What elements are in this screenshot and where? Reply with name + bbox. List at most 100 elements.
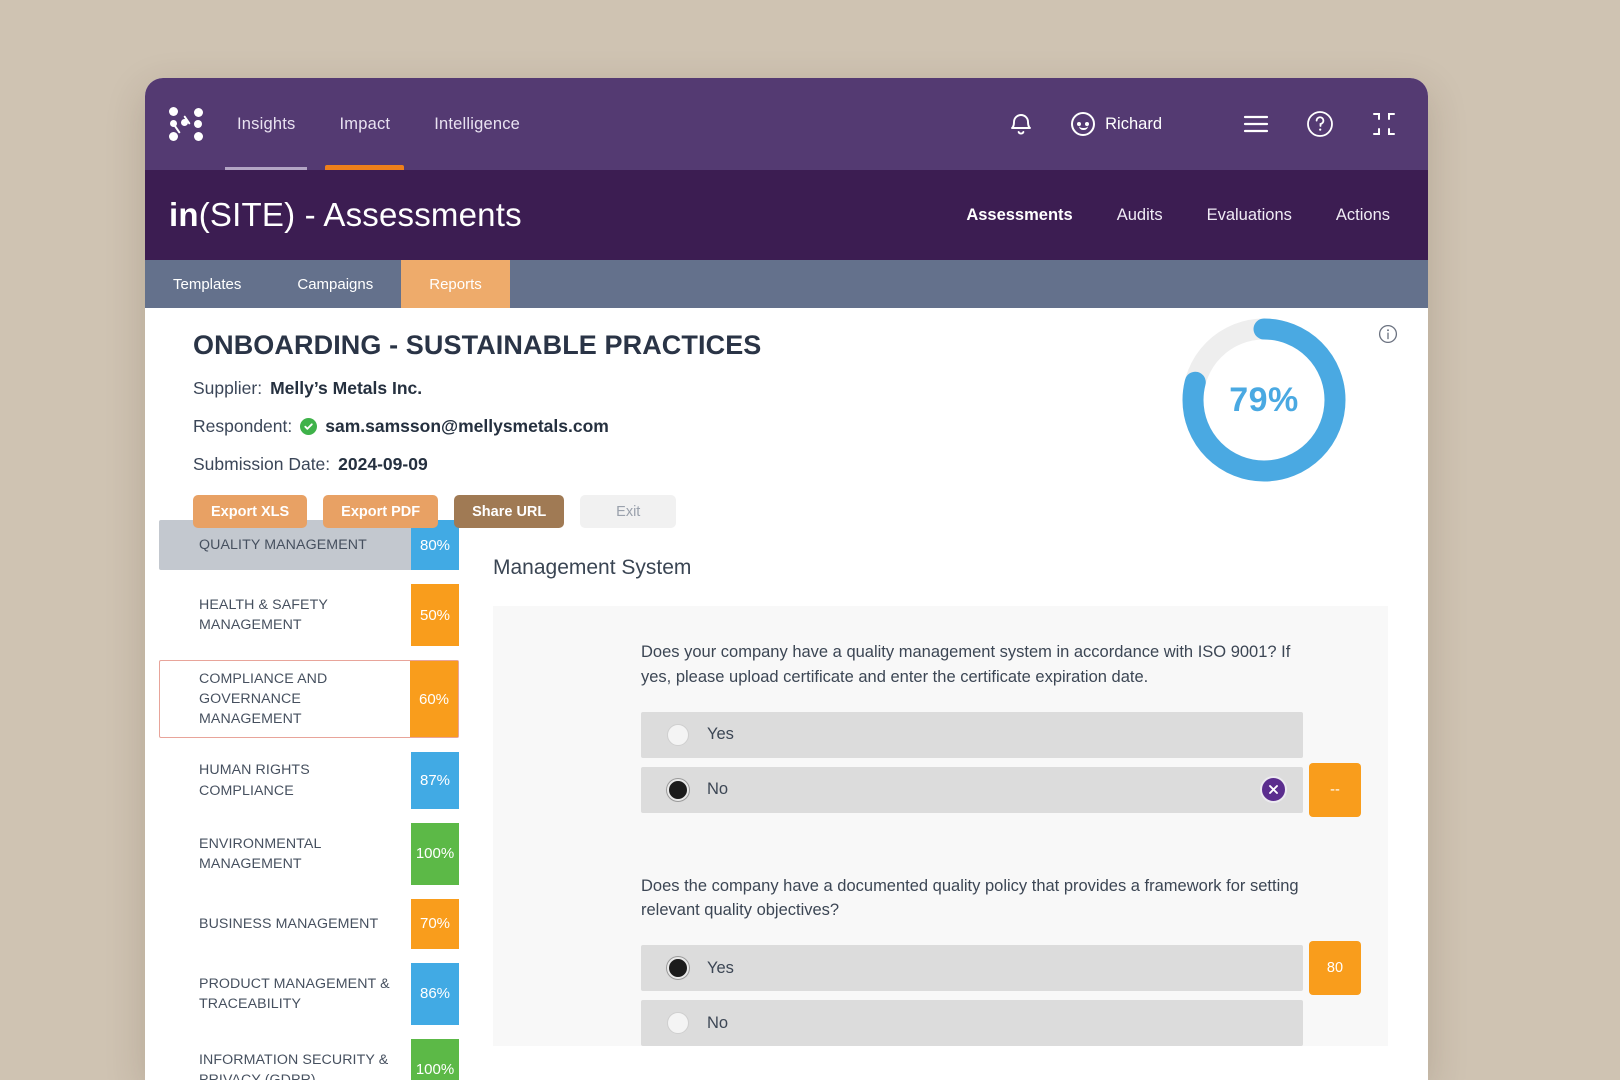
share-url-button[interactable]: Share URL: [454, 495, 565, 528]
answer-options: Yes 80 No: [641, 941, 1361, 1046]
question-text: Does the company have a documented quali…: [641, 876, 1299, 920]
application-window: Insights Impact Intelligence Richard in(…: [145, 78, 1428, 1080]
tab-templates[interactable]: Templates: [145, 260, 269, 308]
answer-label: No: [707, 780, 729, 798]
submission-value: 2024-09-09: [338, 454, 428, 474]
nav-item-insights[interactable]: Insights: [224, 78, 308, 170]
answer-score-badge: 80: [1309, 941, 1361, 995]
help-circle-icon[interactable]: [1298, 102, 1342, 146]
insite-logo-icon[interactable]: [169, 107, 203, 141]
supplier-value: Melly’s Metals Inc.: [270, 378, 423, 398]
app-title-bar: in(SITE) - Assessments Assessments Audit…: [145, 170, 1428, 260]
category-score-badge: 87%: [411, 752, 459, 809]
question-gap: [493, 822, 1388, 874]
category-row[interactable]: COMPLIANCE AND GOVERNANCE MANAGEMENT 60%: [159, 660, 459, 739]
section-title: Management System: [493, 556, 692, 579]
answer-score-badge: --: [1309, 762, 1361, 817]
tab-reports[interactable]: Reports: [401, 260, 510, 308]
category-row[interactable]: HUMAN RIGHTS COMPLIANCE 87%: [159, 752, 459, 809]
category-row[interactable]: ENVIRONMENTAL MANAGEMENT 100%: [159, 822, 459, 885]
category-row[interactable]: BUSINESS MANAGEMENT 70%: [159, 898, 459, 949]
user-menu[interactable]: Richard: [1071, 112, 1162, 136]
category-score-badge: 50%: [411, 584, 459, 646]
question-block: Does the company have a documented quali…: [493, 874, 1388, 1046]
primary-nav-links: Insights Impact Intelligence: [224, 78, 526, 170]
submission-label: Submission Date:: [193, 454, 331, 474]
category-name: ENVIRONMENTAL MANAGEMENT: [199, 835, 321, 872]
answer-label: Yes: [707, 958, 734, 977]
question-card: Does your company have a quality managem…: [493, 606, 1388, 1046]
overall-score-donut: 79%: [1178, 314, 1350, 486]
nav-item-intelligence[interactable]: Intelligence: [428, 78, 526, 170]
hamburger-menu-icon[interactable]: [1234, 102, 1278, 146]
answer-option[interactable]: No: [641, 1000, 1303, 1046]
avatar: [1071, 112, 1096, 136]
category-row[interactable]: PRODUCT MANAGEMENT & TRACEABILITY 86%: [159, 962, 459, 1025]
exit-button[interactable]: Exit: [580, 495, 677, 528]
answer-option[interactable]: Yes 80: [641, 941, 1361, 995]
export-xls-button[interactable]: Export XLS: [193, 495, 308, 528]
x-circle-icon[interactable]: [1260, 776, 1287, 803]
report-body: QUALITY MANAGEMENT 80% HEALTH & SAFETY MAN…: [145, 520, 1428, 1080]
nav-item-impact-label: Impact: [339, 114, 391, 133]
category-separator: [159, 815, 459, 823]
user-name: Richard: [1105, 114, 1162, 133]
answer-label: Yes: [707, 725, 734, 743]
category-name: INFORMATION SECURITY & PRIVACY (GDPR): [199, 1051, 389, 1080]
module-nav: Assessments Audits Evaluations Actions: [966, 206, 1390, 225]
module-tab-assessments[interactable]: Assessments: [966, 206, 1072, 225]
category-separator: [159, 576, 459, 584]
radio-selected-icon[interactable]: [667, 957, 689, 979]
overall-score-value: 79%: [1229, 380, 1299, 419]
category-row[interactable]: HEALTH & SAFETY MANAGEMENT 50%: [159, 584, 459, 646]
category-separator: [159, 955, 459, 963]
category-separator: [159, 1031, 459, 1039]
report-header: ONBOARDING - SUSTAINABLE PRACTICES Suppl…: [145, 308, 1428, 528]
radio-unselected-icon[interactable]: [667, 1012, 689, 1034]
radio-selected-icon[interactable]: [667, 778, 689, 801]
notification-bell-icon[interactable]: [999, 102, 1043, 146]
tab-campaigns[interactable]: Campaigns: [269, 260, 401, 308]
category-name: PRODUCT MANAGEMENT & TRACEABILITY: [199, 975, 390, 1012]
brand-prefix: in: [169, 196, 199, 233]
respondent-value: sam.samsson@mellysmetals.com: [325, 416, 609, 436]
nav-item-impact[interactable]: Impact: [325, 78, 404, 170]
question-pane: Management System Does your company have…: [459, 520, 1428, 1080]
category-name: COMPLIANCE AND GOVERNANCE MANAGEMENT: [199, 671, 328, 728]
verified-check-icon: [300, 418, 318, 435]
brand-suffix: - Assessments: [295, 196, 522, 233]
module-tab-audits[interactable]: Audits: [1117, 206, 1163, 225]
question-text: Does your company have a quality managem…: [641, 643, 1291, 686]
info-circle-icon[interactable]: [1378, 324, 1398, 349]
collapse-icon[interactable]: [1362, 102, 1406, 146]
page-title: in(SITE) - Assessments: [169, 196, 522, 234]
category-separator: [159, 652, 459, 660]
category-name: HEALTH & SAFETY MANAGEMENT: [199, 596, 328, 633]
category-name: HUMAN RIGHTS COMPLIANCE: [199, 762, 310, 799]
radio-unselected-icon[interactable]: [667, 723, 689, 746]
category-score-badge: 100%: [411, 1038, 459, 1080]
category-score-badge: 100%: [411, 822, 459, 885]
category-separator: [159, 891, 459, 899]
report-actions: Export XLS Export PDF Share URL Exit: [193, 495, 1398, 528]
respondent-label: Respondent:: [193, 416, 293, 436]
category-separator: [159, 744, 459, 752]
supplier-label: Supplier:: [193, 378, 263, 398]
category-score-badge: 86%: [411, 962, 459, 1025]
nav-item-insights-label: Insights: [237, 114, 296, 133]
answer-label: No: [707, 1013, 729, 1032]
section-tabs: Templates Campaigns Reports: [145, 260, 1428, 308]
answer-option[interactable]: No --: [641, 762, 1361, 817]
answer-options: Yes No --: [641, 711, 1361, 817]
export-pdf-button[interactable]: Export PDF: [323, 495, 439, 528]
brand-paren: (SITE): [198, 196, 296, 233]
module-tab-actions[interactable]: Actions: [1336, 206, 1390, 225]
category-row[interactable]: INFORMATION SECURITY & PRIVACY (GDPR) 100…: [159, 1038, 459, 1080]
nav-item-intelligence-label: Intelligence: [434, 114, 521, 133]
primary-navbar: Insights Impact Intelligence Richard: [145, 78, 1428, 170]
primary-nav-actions: Richard: [999, 102, 1406, 146]
answer-option[interactable]: Yes: [641, 711, 1303, 758]
category-list: QUALITY MANAGEMENT 80% HEALTH & SAFETY MAN…: [159, 520, 459, 1080]
category-name: BUSINESS MANAGEMENT: [199, 915, 379, 932]
module-tab-evaluations[interactable]: Evaluations: [1207, 206, 1292, 225]
